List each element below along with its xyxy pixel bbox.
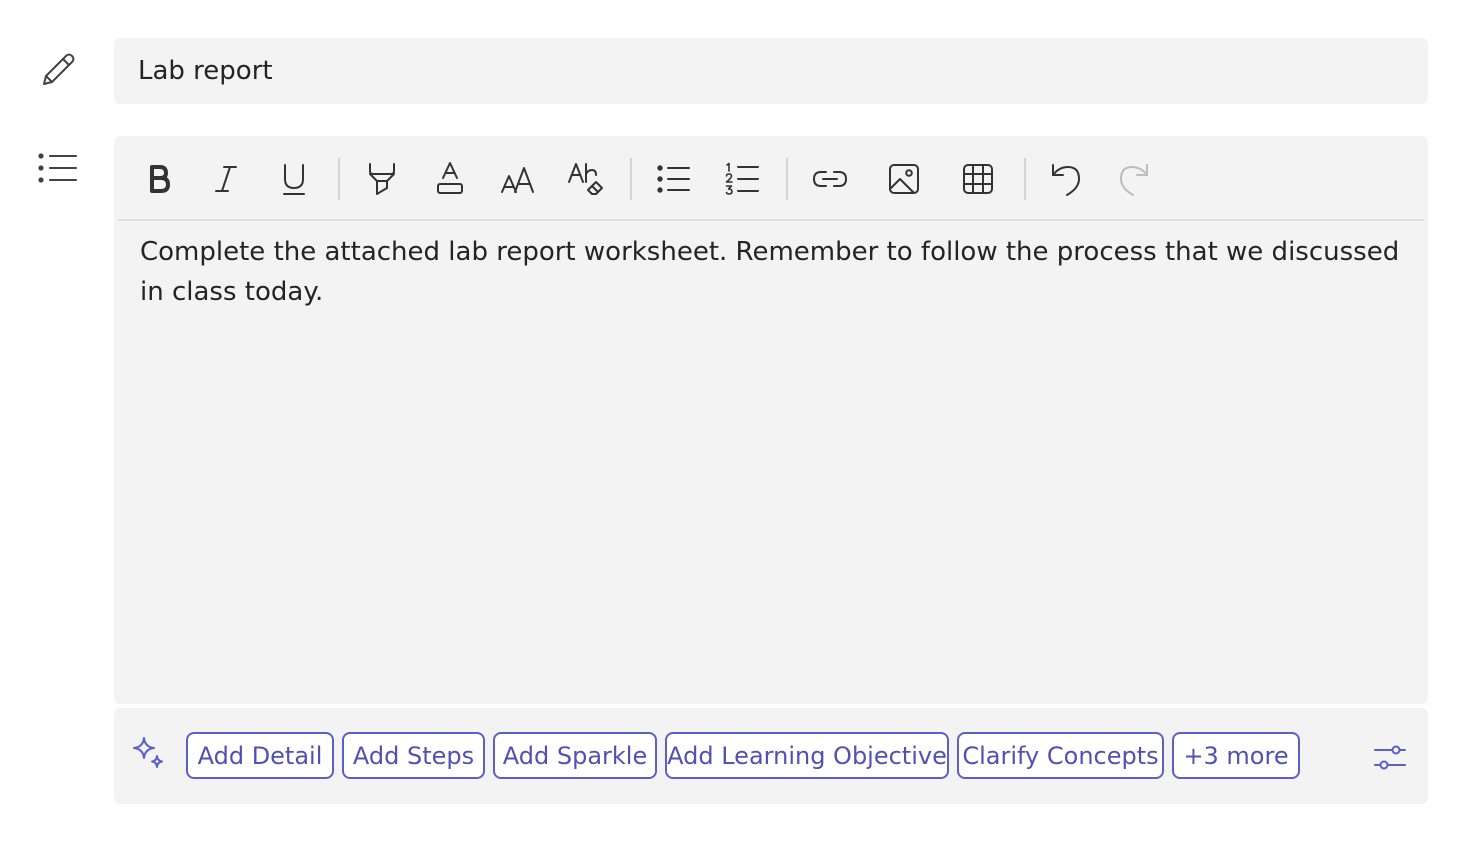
- redo-icon: [1120, 164, 1148, 196]
- pencil-icon: [36, 48, 80, 92]
- chip-label: Clarify Concepts: [962, 741, 1159, 770]
- font-color-button[interactable]: [426, 156, 474, 202]
- italic-icon: [215, 166, 237, 192]
- highlight-button[interactable]: [358, 156, 406, 202]
- numbered-list-button[interactable]: [718, 156, 766, 202]
- instructions-editor: Complete the attached lab report workshe…: [114, 136, 1428, 704]
- toolbar-separator: [1024, 158, 1026, 200]
- add-steps-chip[interactable]: Add Steps: [342, 732, 485, 779]
- chip-label: +3 more: [1183, 741, 1289, 770]
- add-detail-chip[interactable]: Add Detail: [186, 732, 334, 779]
- underline-button[interactable]: [270, 156, 318, 202]
- bold-button[interactable]: [134, 156, 182, 202]
- italic-button[interactable]: [202, 156, 250, 202]
- redo-button[interactable]: [1110, 156, 1158, 202]
- bold-icon: [150, 165, 170, 193]
- chip-label: Add Learning Objective: [667, 741, 947, 770]
- more-suggestions-chip[interactable]: +3 more: [1172, 732, 1300, 779]
- table-button[interactable]: [954, 156, 1002, 202]
- font-size-icon: [501, 167, 534, 193]
- suggestions-bar: Add Detail Add Steps Add Sparkle Add Lea…: [114, 708, 1428, 804]
- add-learning-objective-chip[interactable]: Add Learning Objective: [665, 732, 949, 779]
- bulleted-list-button[interactable]: [650, 156, 698, 202]
- chip-label: Add Detail: [197, 741, 323, 770]
- bulleted-list-icon: [657, 165, 690, 193]
- clear-formatting-icon: [568, 163, 603, 195]
- table-icon: [963, 164, 993, 194]
- title-input[interactable]: Lab report: [114, 38, 1428, 104]
- chip-label: Add Sparkle: [502, 741, 648, 770]
- toolbar-separator: [338, 158, 340, 200]
- clarify-concepts-chip[interactable]: Clarify Concepts: [957, 732, 1164, 779]
- chip-label: Add Steps: [352, 741, 475, 770]
- formatting-toolbar: [118, 136, 1424, 221]
- suggestion-settings-button[interactable]: [1368, 736, 1412, 780]
- underline-icon: [283, 164, 305, 195]
- image-icon: [889, 164, 919, 194]
- image-button[interactable]: [880, 156, 928, 202]
- link-icon: [813, 171, 847, 187]
- numbered-list-icon: [725, 162, 759, 195]
- font-size-button[interactable]: [494, 156, 542, 202]
- assignment-editor-page: Lab report Complete the attached lab rep…: [0, 0, 1460, 844]
- font-color-icon: [437, 162, 463, 194]
- sparkle-icon: [130, 734, 170, 774]
- undo-button[interactable]: [1042, 156, 1090, 202]
- instructions-text[interactable]: Complete the attached lab report workshe…: [140, 232, 1400, 312]
- toolbar-separator: [630, 158, 632, 200]
- undo-icon: [1052, 164, 1080, 196]
- toolbar-separator: [786, 158, 788, 200]
- highlighter-icon: [369, 163, 395, 195]
- add-sparkle-chip[interactable]: Add Sparkle: [493, 732, 657, 779]
- instructions-list-icon: [36, 146, 80, 190]
- sliders-icon: [1374, 745, 1406, 770]
- title-input-value: Lab report: [138, 56, 273, 86]
- link-button[interactable]: [806, 156, 854, 202]
- clear-formatting-button[interactable]: [562, 156, 610, 202]
